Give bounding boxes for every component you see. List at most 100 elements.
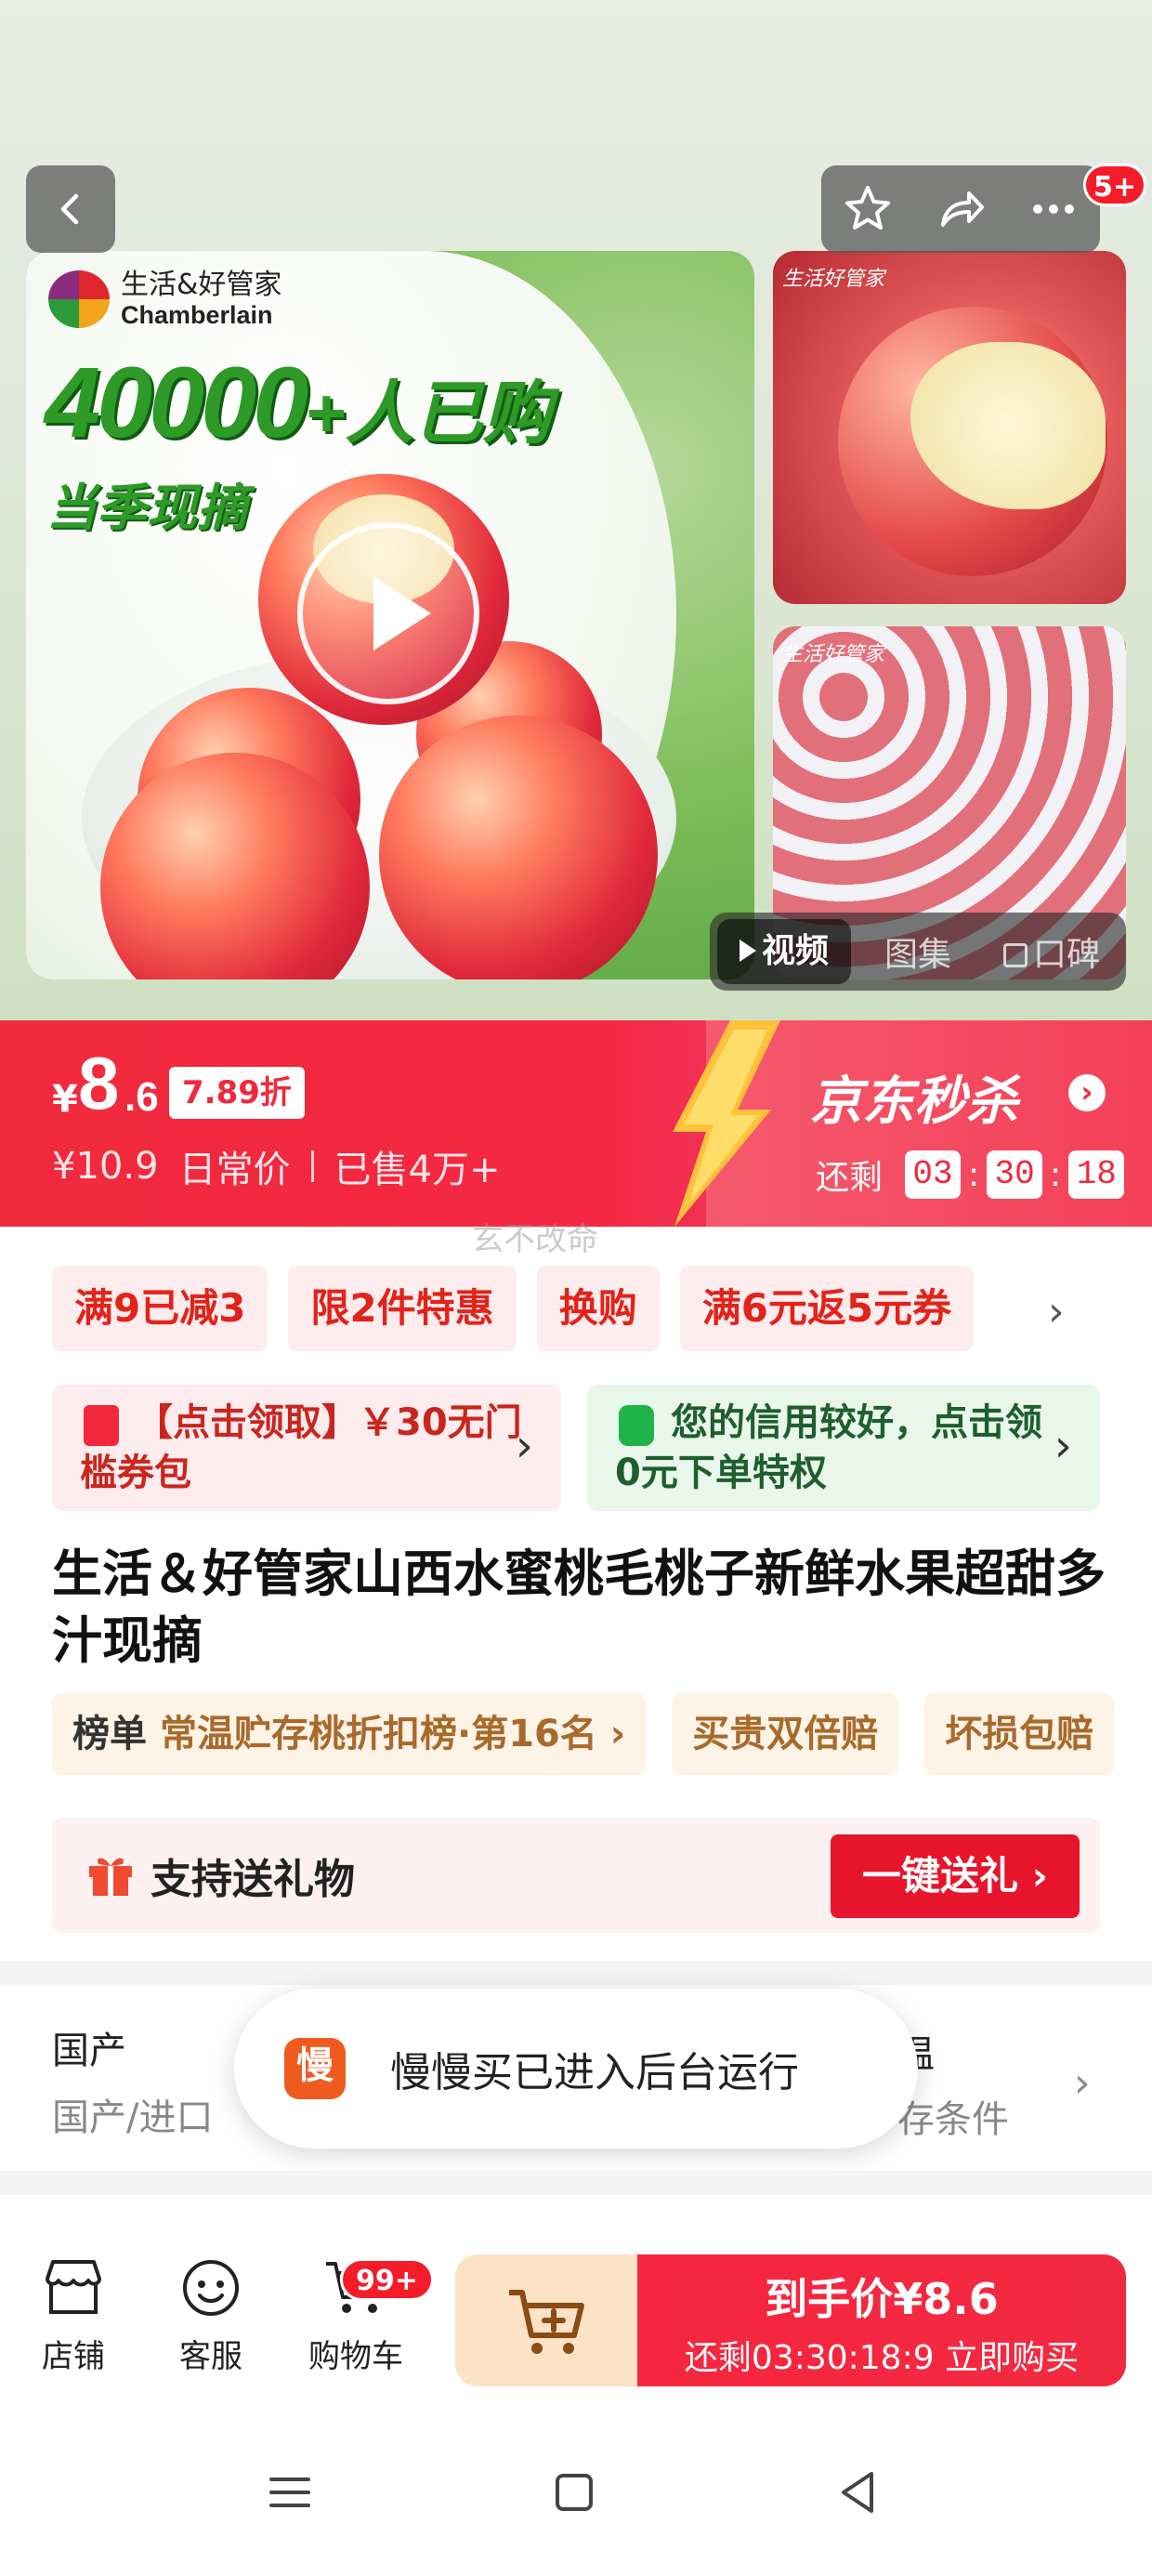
main-product-video[interactable]: 生活&好管家 Chamberlain 40000+人已购 当季现摘 (26, 251, 754, 979)
final-price-label: 到手价¥8.6 (765, 2274, 999, 2324)
coupon-pack-text: 【点击领取】￥30无门槛券包 (80, 1401, 522, 1494)
ranking-label: 榜单 (72, 1713, 147, 1755)
promo-chip[interactable]: 满9已减3 (52, 1266, 268, 1351)
damage-guarantee-tag[interactable]: 坏损包赔 (924, 1693, 1115, 1775)
toast-message: 慢慢买已进入后台运行 (390, 2049, 799, 2096)
product-title: 生活＆好管家山西水蜜桃毛桃子新鲜水果超甜多汁现摘 (52, 1544, 1106, 1670)
system-navigation-bar (0, 2407, 1152, 2576)
section-divider (0, 2171, 1152, 2195)
credit-privilege-card[interactable]: 您的信用较好，点击领0元下单特权 › (587, 1385, 1100, 1511)
top-action-group (821, 165, 1100, 253)
notification-badge: 5+ (1083, 164, 1147, 206)
brand-name-en: Chamberlain (121, 301, 273, 329)
shop-icon (46, 2260, 101, 2314)
product-tag-row: 榜单 常温贮存桃折扣榜·第16名 › 买贵双倍赔 坏损包赔 (52, 1693, 1152, 1775)
cart-count-badge: 99+ (340, 2258, 434, 2301)
sold-count-banner: 40000+人已购 (45, 344, 552, 460)
gift-support-bar: 支持送礼物 一键送礼 › (52, 1818, 1100, 1933)
promo-chip-row: 满9已减3 限2件特惠 换购 满6元返5元券 (52, 1266, 1093, 1351)
promo-chip[interactable]: 限2件特惠 (288, 1266, 517, 1351)
original-price-row: ¥10.9 日常价 已售4万+ (52, 1139, 500, 1193)
star-icon[interactable] (841, 182, 895, 236)
promo-chip[interactable]: 换购 (536, 1266, 660, 1351)
brand-logo-block: 生活&好管家 Chamberlain (48, 269, 281, 329)
brand-logo (48, 270, 110, 328)
manmanmai-app-icon: 慢 (284, 2038, 346, 2099)
cart-label: 购物车 (308, 2338, 403, 2375)
customer-service-icon (183, 2260, 239, 2316)
original-price: ¥10.9 (52, 1145, 159, 1188)
price-guarantee-tag[interactable]: 买贵双倍赔 (672, 1693, 899, 1775)
price-integer: 8 (78, 1042, 120, 1124)
discount-tag: 7.89折 (169, 1067, 305, 1119)
tab-reviews[interactable]: 口碑 (985, 927, 1119, 976)
tab-video[interactable]: 视频 (717, 919, 851, 984)
coupon-pack-card[interactable]: 【点击领取】￥30无门槛券包 › (52, 1385, 561, 1511)
original-price-label: 日常价 (178, 1149, 291, 1191)
back-button[interactable] (26, 165, 115, 253)
customer-service-button[interactable]: 客服 (151, 2253, 271, 2376)
sold-suffix: +人已购 (305, 375, 552, 452)
play-small-icon (739, 940, 756, 962)
chevron-right-icon[interactable]: › (1048, 1288, 1065, 1335)
shop-label: 店铺 (42, 2338, 105, 2375)
lightning-icon (673, 1020, 780, 1227)
background-running-toast: 慢 慢慢买已进入后台运行 (234, 1989, 918, 2149)
review-icon (1002, 943, 1028, 967)
more-icon[interactable] (1027, 182, 1080, 236)
spec-value-origin: 国产/进口 (52, 2096, 214, 2139)
customer-service-label: 客服 (179, 2338, 242, 2375)
promo-chip[interactable]: 满6元返5元券 (679, 1266, 975, 1351)
bottom-action-bar: 店铺 客服 购物车 99+ 到手价¥8.6 还剩03:30:18:9 立即购买 (0, 2234, 1152, 2407)
countdown-hours: 03 (905, 1150, 962, 1199)
season-subline: 当季现摘 (46, 479, 247, 537)
back-icon (60, 193, 79, 225)
colon: : (968, 1155, 980, 1194)
currency-symbol: ¥ (52, 1078, 78, 1121)
chevron-right-icon: › (1054, 1420, 1072, 1472)
add-to-cart-button[interactable] (455, 2254, 637, 2386)
share-icon[interactable] (934, 182, 988, 236)
add-cart-icon (509, 2290, 584, 2354)
brand-name-cn: 生活&好管家 (121, 269, 282, 301)
back-nav-icon[interactable] (831, 2464, 886, 2520)
credit-privilege-text: 您的信用较好，点击领0元下单特权 (615, 1401, 1042, 1494)
peach (379, 716, 658, 979)
flash-sale-price-banner: ¥ 8 .6 7.89折 ¥10.9 日常价 已售4万+ 京东秒杀 › 还剩 0… (0, 1020, 1152, 1227)
buy-countdown-label: 还剩03:30:18:9 立即购买 (684, 2339, 1080, 2377)
countdown-label: 还剩 (816, 1159, 884, 1197)
product-detail-page: 生活&好管家 Chamberlain 40000+人已购 当季现摘 生活好管家 … (0, 0, 1152, 2576)
media-tab-bar: 视频 图集 口碑 (710, 913, 1126, 991)
play-icon[interactable] (297, 522, 479, 704)
spec-value-storage: 存条件 (897, 2098, 1009, 2141)
watermark: 玄不改命 (472, 1221, 598, 1258)
flash-countdown: 还剩 03 : 30 : 18 (816, 1150, 1125, 1199)
sold-count: 40000 (45, 346, 308, 458)
buy-now-button[interactable]: 到手价¥8.6 还剩03:30:18:9 立即购买 (637, 2254, 1126, 2386)
product-gallery[interactable]: 生活&好管家 Chamberlain 40000+人已购 当季现摘 生活好管家 … (0, 0, 1152, 1020)
jd-flash-sale-title[interactable]: 京东秒杀 (810, 1059, 1018, 1135)
ranking-tag[interactable]: 榜单 常温贮存桃折扣榜·第16名 › (52, 1693, 647, 1775)
tab-gallery[interactable]: 图集 (851, 927, 985, 976)
home-icon[interactable] (546, 2464, 602, 2520)
menu-icon[interactable] (262, 2464, 318, 2520)
ranking-text: 常温贮存桃折扣榜·第16名 › (160, 1713, 626, 1755)
price-decimal: .6 (124, 1074, 159, 1120)
shop-button[interactable]: 店铺 (13, 2253, 134, 2376)
sold-volume: 已售4万+ (334, 1149, 501, 1191)
gift-icon (89, 1858, 132, 1896)
colon: : (1050, 1155, 1062, 1194)
thumbnail-brand: 生活好管家 (782, 268, 885, 291)
spec-label-origin: 国产 (52, 2030, 126, 2072)
chevron-right-icon[interactable]: › (1068, 1074, 1106, 1111)
countdown-seconds: 18 (1068, 1150, 1125, 1199)
gallery-thumbnail-1[interactable]: 生活好管家 (773, 251, 1126, 604)
bitten-peach (838, 307, 1107, 576)
section-divider (0, 1961, 1152, 1985)
separator (310, 1150, 314, 1182)
countdown-minutes: 30 (987, 1150, 1043, 1199)
gift-support-text: 支持送礼物 (151, 1856, 355, 1903)
chevron-right-icon: › (515, 1420, 533, 1472)
one-click-gift-button[interactable]: 一键送礼 › (831, 1834, 1080, 1918)
thumbnail-brand: 生活好管家 (782, 643, 885, 666)
